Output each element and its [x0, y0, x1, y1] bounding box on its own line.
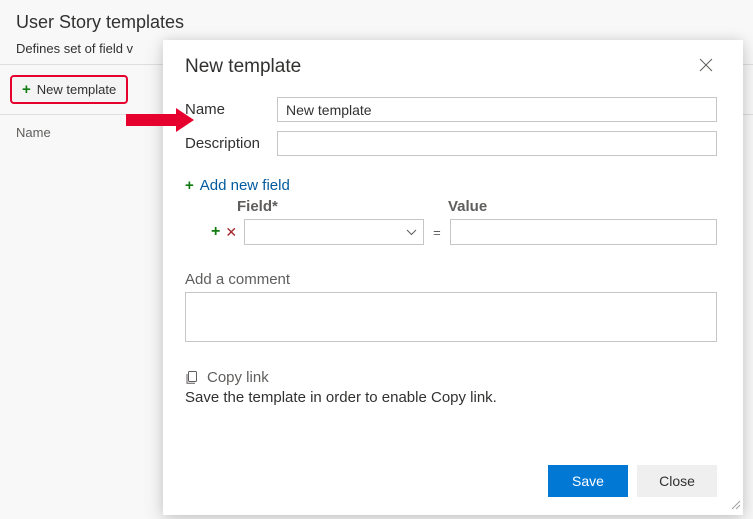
plus-icon: +: [185, 178, 194, 193]
new-template-button-label: New template: [37, 82, 116, 97]
field-row: + ✕ =: [211, 219, 717, 245]
comment-label: Add a comment: [185, 271, 717, 288]
copy-link-row: Copy link: [185, 369, 717, 386]
add-new-field-link[interactable]: + Add new field: [185, 177, 290, 194]
name-input[interactable]: [277, 97, 717, 122]
chevron-down-icon: [406, 229, 417, 236]
add-row-icon[interactable]: +: [211, 224, 220, 240]
field-column-header: Field*: [237, 198, 424, 215]
copy-link-label: Copy link: [207, 369, 269, 386]
value-input[interactable]: [450, 219, 717, 245]
close-button[interactable]: Close: [637, 465, 717, 497]
copy-link-message: Save the template in order to enable Cop…: [185, 389, 717, 406]
remove-row-icon[interactable]: ✕: [225, 224, 239, 241]
field-dropdown[interactable]: [244, 219, 424, 245]
add-new-field-label: Add new field: [200, 177, 290, 194]
description-input[interactable]: [277, 131, 717, 156]
description-label: Description: [185, 135, 277, 152]
copy-link-icon: [185, 370, 200, 385]
resize-handle-icon: [729, 498, 741, 513]
equals-separator: =: [429, 225, 445, 240]
dialog-title: New template: [185, 56, 301, 78]
plus-icon: +: [22, 82, 31, 97]
page-title: User Story templates: [0, 0, 753, 41]
new-template-button[interactable]: + New template: [10, 75, 128, 104]
save-button[interactable]: Save: [548, 465, 628, 497]
comment-input[interactable]: [185, 292, 717, 342]
dialog-close-button[interactable]: [695, 54, 717, 79]
name-label: Name: [185, 101, 277, 118]
value-column-header: Value: [448, 198, 487, 215]
new-template-dialog: New template Name Description + Add new …: [163, 40, 743, 515]
close-icon: [699, 58, 713, 72]
